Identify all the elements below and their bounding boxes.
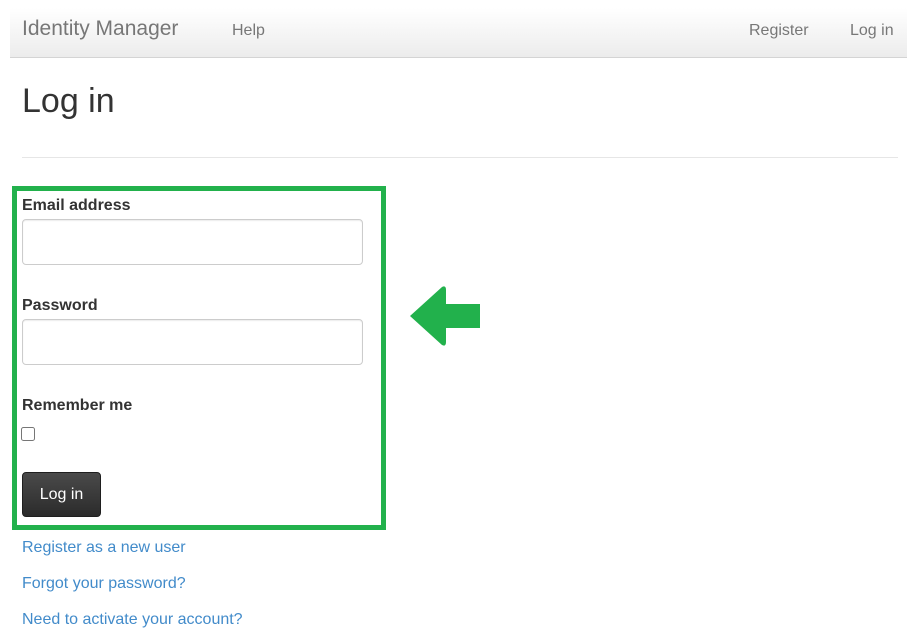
forgot-password-link[interactable]: Forgot your password? <box>22 575 186 593</box>
remember-me-label: Remember me <box>22 397 133 414</box>
nav-register-link[interactable]: Register <box>749 22 809 40</box>
login-button[interactable]: Log in <box>22 472 101 517</box>
email-input[interactable] <box>22 219 363 265</box>
nav-login-link[interactable]: Log in <box>850 22 894 40</box>
title-divider <box>22 157 898 158</box>
password-label: Password <box>22 297 98 314</box>
page-title: Log in <box>22 82 115 120</box>
brand-link[interactable]: Identity Manager <box>22 17 178 41</box>
nav-help-link[interactable]: Help <box>232 22 265 40</box>
activate-account-link[interactable]: Need to activate your account? <box>22 611 243 629</box>
email-label: Email address <box>22 197 131 214</box>
top-navbar: Identity Manager Help Register Log in <box>10 8 907 58</box>
register-new-user-link[interactable]: Register as a new user <box>22 539 186 557</box>
left-arrow-icon <box>410 286 480 346</box>
password-input[interactable] <box>22 319 363 365</box>
remember-me-checkbox[interactable] <box>21 427 35 441</box>
